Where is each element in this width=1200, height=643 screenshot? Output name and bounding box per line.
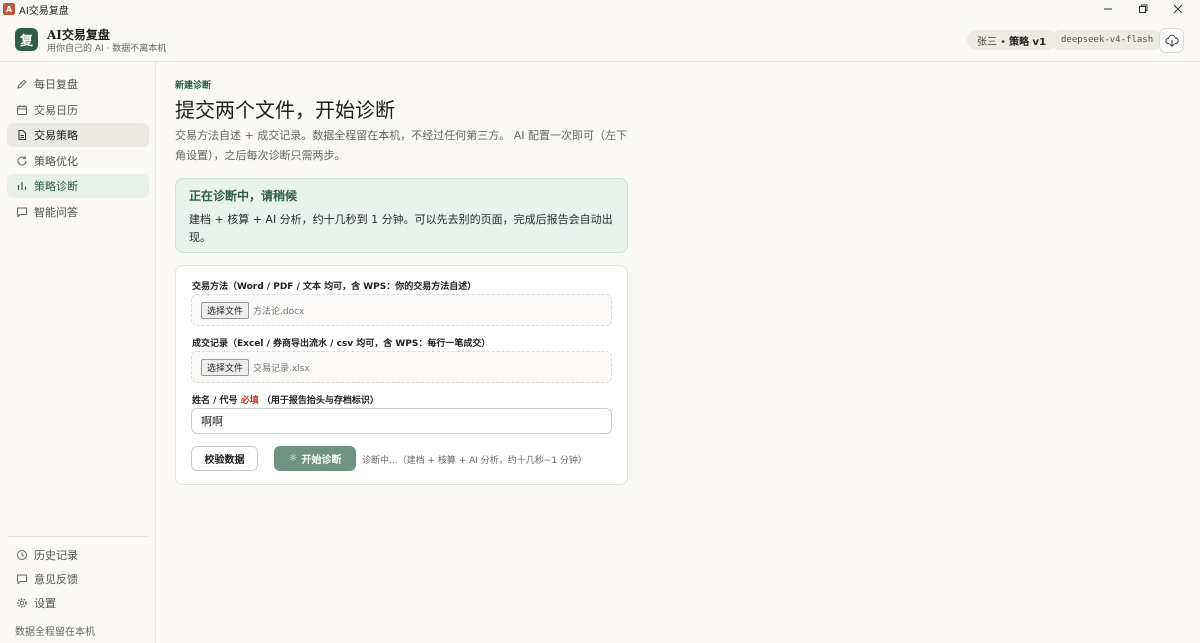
sidebar-item-label: 智能问答 — [34, 206, 78, 219]
sidebar-item-label: 意见反馈 — [34, 573, 78, 586]
sidebar-item-label: 策略诊断 — [34, 180, 78, 193]
sidebar-item-trade-strategy[interactable]: 交易策略 — [7, 123, 149, 147]
required-marker: 必填 — [240, 396, 259, 406]
sidebar-item-label: 设置 — [34, 597, 56, 610]
clock-icon — [17, 550, 27, 560]
chat-icon — [17, 207, 27, 218]
diagnosis-form-card: 交易方法（Word / PDF / 文本 均可，含 WPS：你的交易方法自述） … — [175, 265, 628, 485]
sidebar-item-label: 交易日历 — [34, 104, 78, 117]
minimize-button[interactable] — [1091, 0, 1125, 18]
restore-icon — [1139, 4, 1148, 13]
start-diagnosis-label: 开始诊断 — [301, 455, 342, 466]
sidebar-item-label: 策略优化 — [34, 155, 78, 168]
sidebar-item-strategy-optimize[interactable]: 策略优化 — [7, 149, 149, 173]
page-description: 交易方法自述 + 成交记录。数据全程留在本机，不经过任何第三方。 AI 配置一次… — [175, 129, 627, 162]
close-button[interactable] — [1161, 0, 1195, 18]
bar-chart-icon — [17, 182, 27, 190]
start-diagnosis-button[interactable]: ☼ 开始诊断 — [274, 446, 356, 471]
main-content: 新建诊断 提交两个文件，开始诊断 交易方法自述 + 成交记录。数据全程留在本机，… — [157, 62, 1200, 643]
name-label-text: 姓名 / 代号 — [192, 396, 238, 406]
name-field-label: 姓名 / 代号 必填 （用于报告抬头与存档标识） — [192, 393, 379, 406]
strategy-name: 策略 v1 — [1009, 36, 1047, 48]
name-input[interactable]: 啊啊 — [191, 408, 612, 434]
name-label-hint: （用于报告抬头与存档标识） — [261, 396, 379, 406]
gear-icon — [17, 598, 27, 608]
minimize-icon — [1104, 8, 1112, 10]
diagnosis-status-box: 正在诊断中，请稍候 建档 + 核算 + AI 分析，约十几秒到 1 分钟。可以先… — [175, 178, 628, 253]
trades-file-dropzone[interactable]: 选择文件 交易记录.xlsx — [191, 351, 612, 383]
window-title: AI交易复盘 — [19, 5, 69, 17]
refresh-icon — [17, 156, 27, 166]
brand-subtitle: 用你自己的 AI · 数据不离本机 — [47, 44, 167, 54]
cloud-download-icon — [1164, 34, 1179, 47]
sidebar-divider — [7, 536, 149, 537]
cloud-download-button[interactable] — [1159, 28, 1184, 53]
document-icon — [18, 130, 26, 140]
close-icon — [1173, 4, 1183, 14]
sidebar-item-label: 交易策略 — [34, 129, 78, 142]
chat-icon — [17, 574, 27, 585]
status-text: 建档 + 核算 + AI 分析，约十几秒到 1 分钟。可以先去别的页面，完成后报… — [189, 213, 613, 244]
sidebar-item-feedback[interactable]: 意见反馈 — [7, 567, 149, 591]
user-strategy-badge[interactable]: 张三 • 策略 v1 — [967, 30, 1057, 50]
app-icon: A — [3, 3, 15, 15]
trades-file-label: 成交记录（Excel / 券商导出流水 / csv 均可，含 WPS：每行一笔成… — [192, 339, 491, 349]
restore-button[interactable] — [1126, 0, 1160, 18]
sidebar-item-label: 历史记录 — [34, 549, 78, 562]
sidebar-item-trade-calendar[interactable]: 交易日历 — [7, 98, 149, 122]
sidebar-item-strategy-diagnosis[interactable]: 策略诊断 — [7, 174, 149, 198]
method-file-name: 方法论.docx — [253, 306, 305, 317]
spinner-icon: ☼ — [288, 453, 298, 464]
method-file-choose-button[interactable]: 选择文件 — [201, 301, 250, 319]
method-file-dropzone[interactable]: 选择文件 方法论.docx — [191, 294, 612, 326]
progress-hint: 诊断中...（建档 + 核算 + AI 分析，约十几秒~1 分钟） — [362, 456, 587, 466]
trades-file-choose-button[interactable]: 选择文件 — [201, 358, 250, 376]
trades-file-name: 交易记录.xlsx — [253, 363, 310, 374]
calendar-icon — [17, 105, 27, 115]
sidebar-footer: 数据全程留在本机 — [15, 627, 95, 638]
sidebar: 每日复盘 交易日历 交易策略 策略优化 策略诊断 智能问答 历史记录 意见反馈 … — [0, 62, 156, 643]
sidebar-item-history[interactable]: 历史记录 — [7, 543, 149, 567]
validate-data-button[interactable]: 校验数据 — [191, 446, 258, 471]
app-logo: 复 — [15, 28, 38, 51]
pencil-icon — [17, 79, 27, 89]
sidebar-item-daily-review[interactable]: 每日复盘 — [7, 72, 149, 96]
app-header: 复 AI交易复盘 用你自己的 AI · 数据不离本机 张三 • 策略 v1 de… — [0, 18, 1200, 62]
sidebar-item-label: 每日复盘 — [34, 78, 78, 91]
status-title: 正在诊断中，请稍候 — [189, 189, 298, 203]
method-file-label: 交易方法（Word / PDF / 文本 均可，含 WPS：你的交易方法自述） — [192, 282, 477, 292]
page-title: 提交两个文件，开始诊断 — [175, 98, 395, 122]
model-badge[interactable]: deepseek-v4-flash — [1051, 30, 1164, 50]
sidebar-item-settings[interactable]: 设置 — [7, 591, 149, 615]
section-eyebrow: 新建诊断 — [175, 81, 212, 91]
sidebar-item-smart-qa[interactable]: 智能问答 — [7, 200, 149, 224]
window-titlebar: A AI交易复盘 — [0, 0, 1200, 18]
user-name: 张三 • — [977, 36, 1007, 48]
